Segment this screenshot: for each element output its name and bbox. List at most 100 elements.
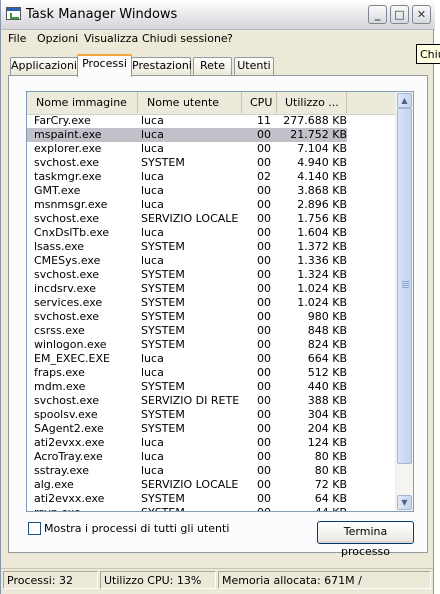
column-image-name[interactable]: Nome immagine (27, 92, 138, 113)
table-row[interactable]: incdsrv.exe SYSTEM 00 1.024 KB (27, 282, 397, 296)
memory-cell: 1.324 KB (297, 268, 347, 281)
table-row[interactable]: sstray.exe luca 00 80 KB (27, 464, 397, 478)
image-name-cell: EM_EXEC.EXE (34, 352, 110, 365)
menu-opzioni[interactable]: Opzioni (37, 32, 78, 45)
image-name-cell: FarCry.exe (34, 114, 91, 127)
table-row[interactable]: FarCry.exe luca 11 277.688 KB (27, 114, 397, 128)
scroll-down-button[interactable]: ▼ (397, 495, 412, 510)
status-memory: Memoria allocata: 671M / (218, 571, 431, 589)
tab-processi[interactable]: Processi (77, 54, 132, 77)
table-row[interactable]: winlogon.exe SYSTEM 00 824 KB (27, 338, 397, 352)
memory-cell: 2.896 KB (297, 198, 347, 211)
user-name-cell: SERVIZIO LOCALE (141, 478, 239, 491)
table-row[interactable]: services.exe SYSTEM 00 1.024 KB (27, 296, 397, 310)
scroll-thumb[interactable] (397, 108, 412, 464)
end-process-button[interactable]: Termina processo (317, 521, 414, 558)
table-row[interactable]: svchost.exe SERVIZIO LOCALE 00 1.756 KB (27, 212, 397, 226)
user-name-cell: SYSTEM (141, 492, 185, 505)
tab-rete[interactable]: Rete (193, 57, 232, 75)
table-row[interactable]: explorer.exe luca 00 7.104 KB (27, 142, 397, 156)
menu-chiudi-sessione[interactable]: Chiudi sessione (142, 32, 228, 45)
table-row[interactable]: GMT.exe luca 00 3.868 KB (27, 184, 397, 198)
table-row[interactable]: EM_EXEC.EXE luca 00 664 KB (27, 352, 397, 366)
table-row[interactable]: fraps.exe luca 00 512 KB (27, 366, 397, 380)
memory-cell: 824 KB (307, 338, 347, 351)
table-row[interactable]: ati2evxx.exe SYSTEM 00 64 KB (27, 492, 397, 506)
column-user-name[interactable]: Nome utente (138, 92, 242, 113)
close-button[interactable]: ✕ (412, 5, 431, 24)
image-name-cell: spoolsv.exe (34, 408, 98, 421)
table-row[interactable]: csrss.exe SYSTEM 00 848 KB (27, 324, 397, 338)
table-row[interactable]: ati2evxx.exe luca 00 124 KB (27, 436, 397, 450)
image-name-cell: ati2evxx.exe (34, 436, 105, 449)
table-row[interactable]: rsvp.exeSYSTEM0044 KB (27, 506, 397, 511)
title-bar[interactable]: Task Manager Windows _ □ ✕ (1, 0, 435, 30)
scroll-up-button[interactable]: ▲ (397, 93, 412, 108)
cpu-cell: 00 (257, 324, 271, 337)
user-name-cell: luca (141, 114, 164, 127)
table-row[interactable]: lsass.exe SYSTEM 00 1.372 KB (27, 240, 397, 254)
user-name-cell: luca (141, 226, 164, 239)
menu-help[interactable]: ? (227, 32, 233, 45)
table-row[interactable]: SAgent2.exe SYSTEM 00 204 KB (27, 422, 397, 436)
menu-visualizza[interactable]: Visualizza (84, 32, 138, 45)
cpu-cell: 00 (257, 492, 271, 505)
table-row[interactable]: msnmsgr.exe luca 00 2.896 KB (27, 198, 397, 212)
table-row[interactable]: taskmgr.exe luca 02 4.140 KB (27, 170, 397, 184)
table-row[interactable]: alg.exe SERVIZIO LOCALE 00 72 KB (27, 478, 397, 492)
tab-prestazioni[interactable]: Prestazioni (131, 57, 192, 75)
task-manager-window: Task Manager Windows _ □ ✕ File Opzioni … (0, 0, 435, 594)
status-cpu-usage: Utilizzo CPU: 13% (100, 571, 216, 589)
column-cpu[interactable]: CPU (242, 92, 277, 113)
vertical-scrollbar[interactable]: ▲ ▼ (395, 92, 413, 511)
list-header: Nome immagine Nome utente CPU Utilizzo .… (27, 92, 397, 115)
table-row[interactable]: CMESys.exe luca 00 1.336 KB (27, 254, 397, 268)
tab-applicazioni[interactable]: Applicazioni (10, 57, 78, 75)
image-name-cell: winlogon.exe (34, 338, 107, 351)
maximize-button[interactable]: □ (390, 5, 409, 24)
table-row[interactable]: AcroTray.exe luca 00 80 KB (27, 450, 397, 464)
menu-file[interactable]: File (8, 32, 26, 45)
memory-cell: 3.868 KB (297, 184, 347, 197)
memory-cell: 1.372 KB (297, 240, 347, 253)
image-name-cell: services.exe (34, 296, 103, 309)
image-name-cell: lsass.exe (34, 240, 84, 253)
status-processes: Processi: 32 (3, 571, 98, 589)
minimize-button[interactable]: _ (368, 5, 387, 24)
show-all-processes-checkbox[interactable] (28, 522, 41, 535)
window-title: Task Manager Windows (26, 7, 178, 22)
cpu-cell: 00 (257, 226, 271, 239)
user-name-cell: SYSTEM (141, 408, 185, 421)
cpu-cell: 00 (257, 268, 271, 281)
table-row[interactable]: mspaint.exe luca 00 21.752 KB (27, 128, 397, 142)
table-row[interactable]: svchost.exe SERVIZIO DI RETE 00 388 KB (27, 394, 397, 408)
tab-strip: Applicazioni Processi Prestazioni Rete U… (8, 54, 428, 77)
cpu-cell: 00 (257, 450, 271, 463)
tab-utenti[interactable]: Utenti (234, 57, 274, 75)
cpu-cell: 00 (257, 198, 271, 211)
table-row[interactable]: mdm.exe SYSTEM 00 440 KB (27, 380, 397, 394)
table-row[interactable]: svchost.exe SYSTEM 00 980 KB (27, 310, 397, 324)
cpu-cell: 00 (257, 352, 271, 365)
column-memory-usage[interactable]: Utilizzo ... (277, 92, 347, 113)
process-list[interactable]: Nome immagine Nome utente CPU Utilizzo .… (26, 91, 414, 512)
user-name-cell: luca (141, 184, 164, 197)
cpu-cell: 00 (257, 156, 271, 169)
show-all-processes-label[interactable]: Mostra i processi di tutti gli utenti (44, 522, 229, 535)
table-row[interactable]: svchost.exe SYSTEM 00 1.324 KB (27, 268, 397, 282)
memory-cell: 204 KB (307, 422, 347, 435)
memory-cell: 4.940 KB (297, 156, 347, 169)
user-name-cell: SYSTEM (141, 310, 185, 323)
memory-cell: 80 KB (314, 450, 347, 463)
table-row[interactable]: spoolsv.exe SYSTEM 00 304 KB (27, 408, 397, 422)
user-name-cell: luca (141, 254, 164, 267)
cpu-cell: 00 (257, 422, 271, 435)
image-name-cell: sstray.exe (34, 464, 89, 477)
table-row[interactable]: svchost.exe SYSTEM 00 4.940 KB (27, 156, 397, 170)
table-row[interactable]: CnxDslTb.exe luca 00 1.604 KB (27, 226, 397, 240)
memory-cell: 80 KB (314, 464, 347, 477)
user-name-cell: luca (141, 142, 164, 155)
memory-cell: 1.336 KB (297, 254, 347, 267)
cpu-cell: 00 (257, 282, 271, 295)
image-name-cell: incdsrv.exe (34, 282, 96, 295)
